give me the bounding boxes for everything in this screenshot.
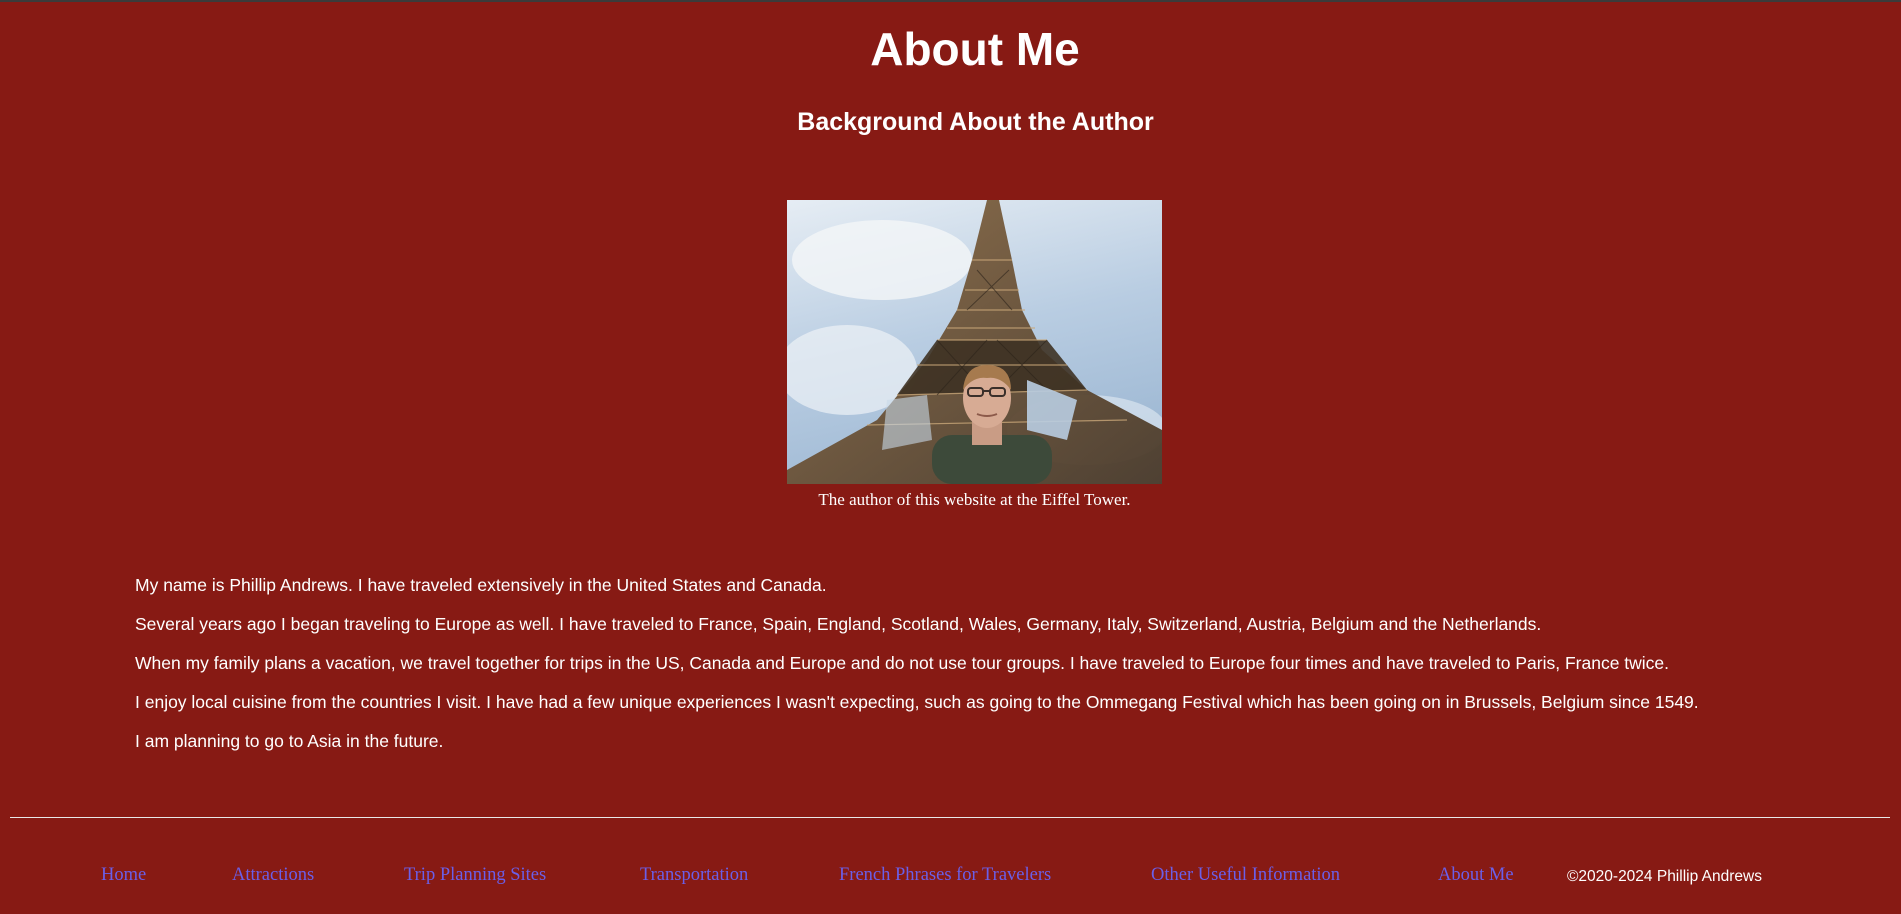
bio-paragraph: I am planning to go to Asia in the futur… (135, 731, 444, 751)
bio-paragraph: Several years ago I began traveling to E… (135, 614, 1542, 634)
footer-divider (10, 817, 1890, 818)
nav-link-other-useful-information[interactable]: Other Useful Information (1151, 865, 1340, 886)
nav-link-french-phrases[interactable]: French Phrases for Travelers (839, 865, 1051, 886)
bio-paragraph: My name is Phillip Andrews. I have trave… (135, 575, 827, 595)
nav-link-about-me[interactable]: About Me (1438, 865, 1514, 886)
author-photo (787, 200, 1162, 484)
photo-caption: The author of this website at the Eiffel… (818, 490, 1131, 509)
bio-paragraph: When my family plans a vacation, we trav… (135, 653, 1670, 673)
nav-link-home[interactable]: Home (101, 865, 146, 886)
author-figure: The author of this website at the Eiffel… (787, 200, 1162, 510)
bio-section: My name is Phillip Andrews. I have trave… (135, 566, 1855, 761)
page-title: About Me (870, 23, 1080, 75)
footer-nav: Home Attractions Trip Planning Sites Tra… (0, 862, 1901, 892)
page-subtitle: Background About the Author (797, 108, 1154, 136)
nav-link-transportation[interactable]: Transportation (640, 865, 748, 886)
nav-link-trip-planning-sites[interactable]: Trip Planning Sites (404, 865, 546, 886)
nav-link-attractions[interactable]: Attractions (232, 865, 314, 886)
copyright-notice: ©2020-2024 Phillip Andrews (1567, 868, 1762, 885)
bio-paragraph: I enjoy local cuisine from the countries… (135, 692, 1699, 712)
